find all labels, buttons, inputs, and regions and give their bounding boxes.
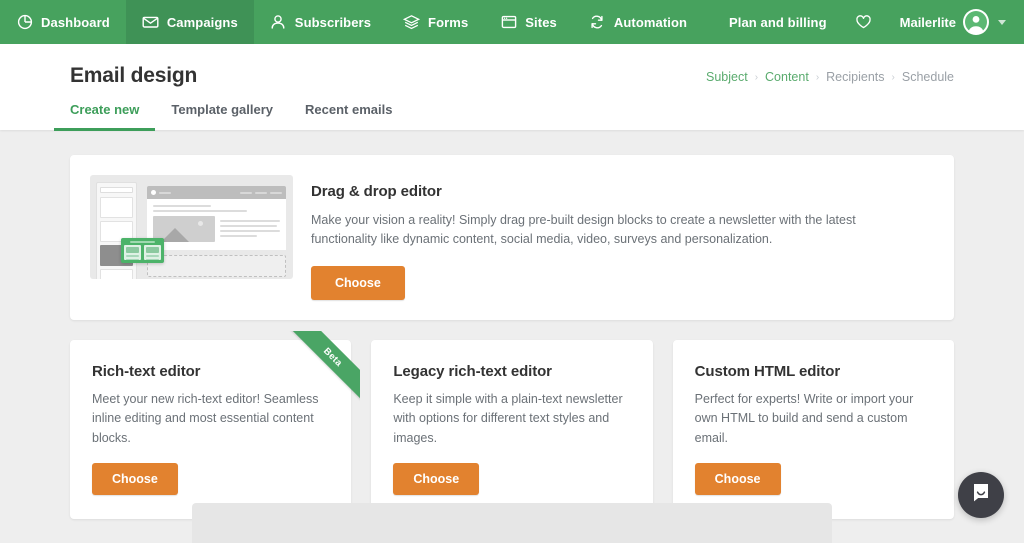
nav-item-label: Dashboard xyxy=(41,15,110,30)
plan-and-billing-link[interactable]: Plan and billing xyxy=(715,15,841,30)
primary-nav: Dashboard Campaigns Subscribers Forms Si xyxy=(0,0,703,44)
sync-arrows-icon xyxy=(589,14,606,31)
page-footer-panel xyxy=(192,503,832,543)
tab-template-gallery[interactable]: Template gallery xyxy=(155,102,289,131)
top-navigation-bar: Dashboard Campaigns Subscribers Forms Si xyxy=(0,0,1024,44)
page-tabs: Create new Template gallery Recent email… xyxy=(70,102,954,130)
preview-drag-line xyxy=(146,255,159,257)
tab-label: Recent emails xyxy=(305,102,392,117)
preview-sidebar xyxy=(96,182,137,279)
tab-recent-emails[interactable]: Recent emails xyxy=(289,102,408,131)
preview-block-tile xyxy=(100,269,133,279)
breadcrumb-step-subject[interactable]: Subject xyxy=(706,70,748,84)
envelope-icon xyxy=(142,14,159,31)
plan-and-billing-label: Plan and billing xyxy=(729,15,827,30)
editor-card-title: Drag & drop editor xyxy=(311,183,856,200)
breadcrumb-separator: › xyxy=(816,72,819,83)
nav-item-dashboard[interactable]: Dashboard xyxy=(0,0,126,44)
nav-item-campaigns[interactable]: Campaigns xyxy=(126,0,254,44)
choose-button-drag-and-drop[interactable]: Choose xyxy=(311,266,405,300)
editor-card-body: Drag & drop editor Make your vision a re… xyxy=(311,173,856,300)
heart-icon xyxy=(855,14,872,31)
chat-launcher-button[interactable] xyxy=(958,472,1004,518)
preview-content-row xyxy=(153,216,280,242)
nav-item-subscribers[interactable]: Subscribers xyxy=(254,0,387,44)
breadcrumb-separator: › xyxy=(755,72,758,83)
main-content: Drag & drop editor Make your vision a re… xyxy=(0,130,1024,519)
nav-item-label: Campaigns xyxy=(167,15,238,30)
nav-item-forms[interactable]: Forms xyxy=(387,0,484,44)
preview-drag-line xyxy=(146,259,159,261)
preview-block-tile xyxy=(100,197,133,218)
breadcrumb-step-content[interactable]: Content xyxy=(765,70,809,84)
nav-item-label: Sites xyxy=(525,15,557,30)
browser-window-icon xyxy=(500,14,517,31)
email-builder-preview xyxy=(90,175,293,279)
preview-text-line xyxy=(153,205,211,207)
preview-logo-dot xyxy=(151,190,156,195)
favorites-button[interactable] xyxy=(841,14,886,31)
nav-item-label: Subscribers xyxy=(295,15,371,30)
nav-item-label: Forms xyxy=(428,15,468,30)
editor-card-rich-text[interactable]: Beta Rich-text editor Meet your new rich… xyxy=(70,340,351,519)
preview-text-line xyxy=(220,220,280,222)
editor-card-title: Legacy rich-text editor xyxy=(393,363,630,380)
account-name: Mailerlite xyxy=(900,15,956,30)
preview-toolbar-line xyxy=(255,192,267,194)
preview-toolbar-line xyxy=(240,192,252,194)
preview-text-line xyxy=(153,210,247,212)
preview-toolbar-line xyxy=(270,192,282,194)
nav-item-label: Automation xyxy=(614,15,687,30)
preview-drag-image xyxy=(146,247,159,253)
editor-card-custom-html[interactable]: Custom HTML editor Perfect for experts! … xyxy=(673,340,954,519)
pie-chart-icon xyxy=(16,14,33,31)
editor-card-description: Make your vision a reality! Simply drag … xyxy=(311,211,856,250)
preview-drag-line xyxy=(126,259,139,261)
preview-canvas-toolbar xyxy=(147,186,286,199)
avatar xyxy=(963,9,989,35)
layers-icon xyxy=(403,14,420,31)
preview-text-line xyxy=(220,230,280,232)
breadcrumb-step-schedule[interactable]: Schedule xyxy=(902,70,954,84)
editor-card-description: Keep it simple with a plain-text newslet… xyxy=(393,390,630,448)
tab-create-new[interactable]: Create new xyxy=(54,102,155,131)
avatar-silhouette xyxy=(965,11,987,33)
editor-card-title: Rich-text editor xyxy=(92,363,329,380)
choose-button-custom-html[interactable]: Choose xyxy=(695,463,781,495)
page-header: Email design Subject › Content › Recipie… xyxy=(0,44,1024,130)
preview-drag-line xyxy=(126,255,139,257)
choose-button-legacy-rich-text[interactable]: Choose xyxy=(393,463,479,495)
preview-dragged-block xyxy=(121,238,164,263)
preview-toolbar-line xyxy=(159,192,171,194)
chevron-down-icon xyxy=(998,20,1006,25)
tab-label: Template gallery xyxy=(171,102,273,117)
preview-text-line xyxy=(220,235,257,237)
editor-card-title: Custom HTML editor xyxy=(695,363,932,380)
tab-label: Create new xyxy=(70,102,139,117)
chat-bubble-icon xyxy=(970,482,992,509)
nav-item-automation[interactable]: Automation xyxy=(573,0,703,44)
breadcrumb-separator: › xyxy=(892,72,895,83)
preview-canvas xyxy=(147,186,286,279)
breadcrumb: Subject › Content › Recipients › Schedul… xyxy=(706,70,954,84)
editor-card-description: Perfect for experts! Write or import you… xyxy=(695,390,932,448)
account-menu[interactable]: Mailerlite xyxy=(886,9,1012,35)
choose-button-rich-text[interactable]: Choose xyxy=(92,463,178,495)
preview-drag-column xyxy=(124,245,141,260)
secondary-nav: Plan and billing Mailerlite xyxy=(715,0,1024,44)
nav-item-sites[interactable]: Sites xyxy=(484,0,573,44)
preview-search-field xyxy=(100,187,133,193)
editor-card-legacy-rich-text[interactable]: Legacy rich-text editor Keep it simple w… xyxy=(371,340,652,519)
breadcrumb-step-recipients[interactable]: Recipients xyxy=(826,70,884,84)
preview-text-line xyxy=(220,225,277,227)
user-icon xyxy=(270,14,287,31)
preview-drag-image xyxy=(126,247,139,253)
preview-drag-column xyxy=(144,245,161,260)
editor-card-description: Meet your new rich-text editor! Seamless… xyxy=(92,390,329,448)
editor-card-drag-and-drop[interactable]: Drag & drop editor Make your vision a re… xyxy=(70,155,954,320)
preview-drag-handle xyxy=(130,241,155,243)
editor-options-row: Beta Rich-text editor Meet your new rich… xyxy=(70,340,954,519)
preview-drop-zone xyxy=(147,255,286,277)
preview-canvas-body xyxy=(147,199,286,250)
